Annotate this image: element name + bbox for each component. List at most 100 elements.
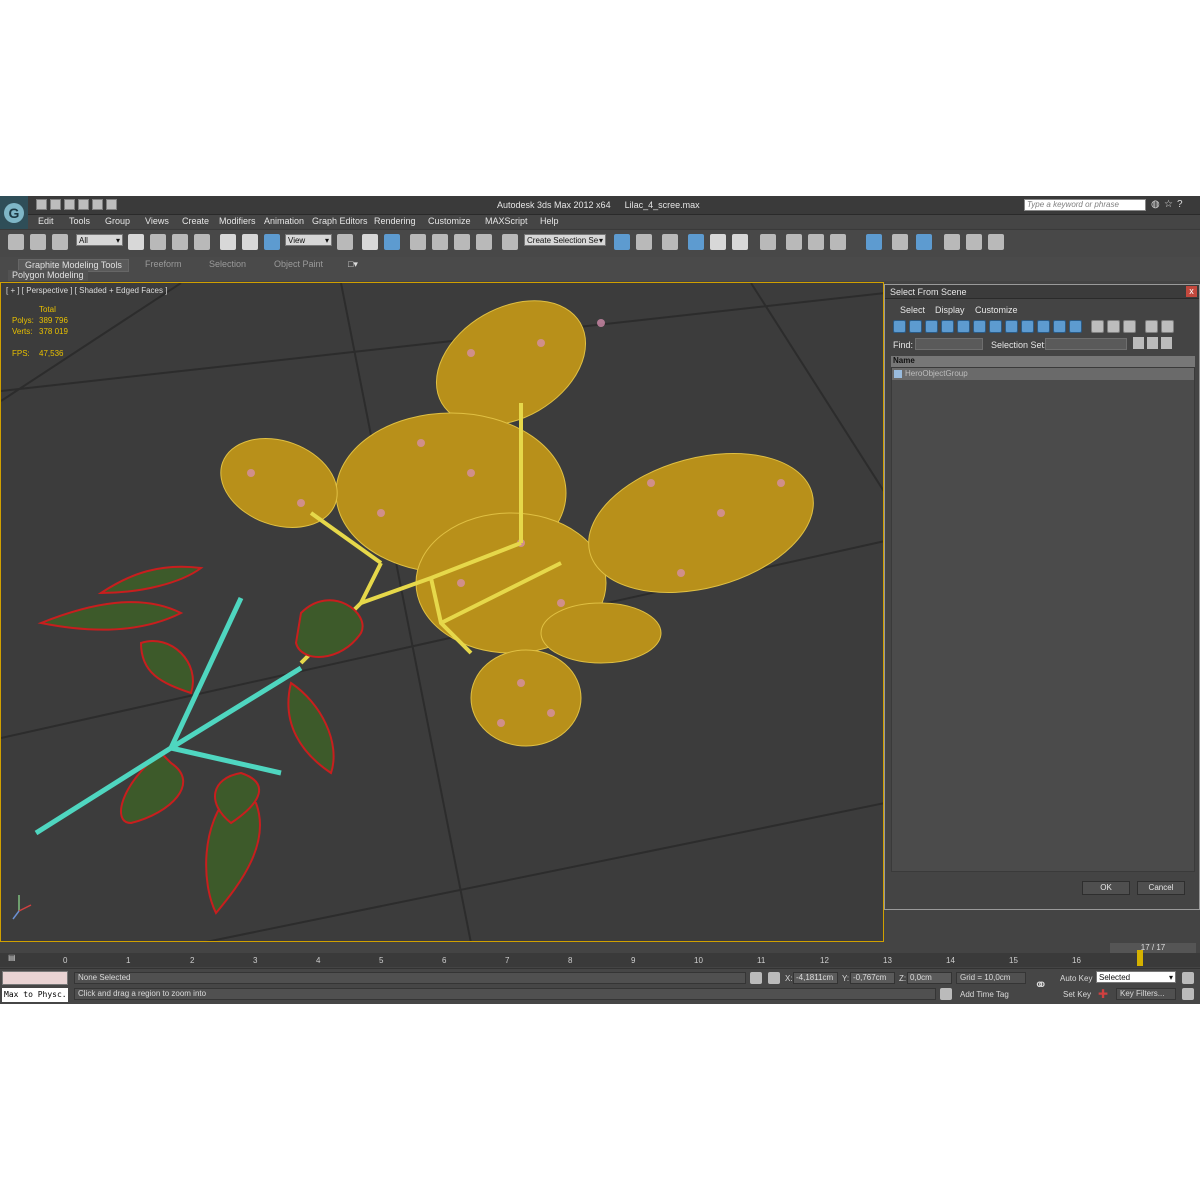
align-icon[interactable] [636,234,652,250]
graphite-tools-toggle-icon[interactable] [866,234,882,250]
selection-set-dropdown[interactable] [1045,338,1127,350]
bind-space-warp-icon[interactable] [52,234,68,250]
populate-icon[interactable] [944,234,960,250]
help-icon[interactable]: ? [1177,199,1188,210]
open-file-icon[interactable] [50,199,61,210]
undo-icon[interactable] [78,199,89,210]
list-item[interactable]: HeroObjectGroup [892,368,1194,380]
scale-icon[interactable] [264,234,280,250]
menu-group[interactable]: Group [105,216,130,226]
reference-coordinate-dropdown[interactable]: View [285,234,332,247]
binoculars-icon[interactable]: ◍ [1151,199,1162,210]
perspective-viewport[interactable]: [ + ] [ Perspective ] [ Shaded + Edged F… [0,282,884,942]
close-icon[interactable]: x [1186,286,1197,297]
move-icon[interactable] [220,234,236,250]
ok-button[interactable]: OK [1082,881,1130,895]
select-by-name-icon[interactable] [150,234,166,250]
layer-manager-icon[interactable] [662,234,678,250]
panel-polygon-modeling[interactable]: Polygon Modeling [8,270,88,281]
menu-tools[interactable]: Tools [69,216,90,226]
time-tag-icon[interactable] [940,988,952,1000]
window-crossing-icon[interactable] [194,234,210,250]
cancel-button[interactable]: Cancel [1137,881,1185,895]
state-sets-icon[interactable] [966,234,982,250]
display-space-warps-icon[interactable] [973,320,986,333]
auto-key-button[interactable]: Auto Key [1060,974,1092,983]
select-and-manipulate-icon[interactable] [362,234,378,250]
snaps-toggle-icon[interactable] [410,234,426,250]
angle-snap-icon[interactable] [432,234,448,250]
go-to-start-icon[interactable] [1182,972,1194,984]
selection-filter-dropdown[interactable]: All [76,234,123,247]
maxscript-mini-listener[interactable]: Max to Physc. [2,988,68,1002]
set-key-mode-icon[interactable]: ⚭ [1034,975,1054,995]
project-folder-icon[interactable] [106,199,117,210]
display-hidden-icon[interactable] [1069,320,1082,333]
dialog-title-bar[interactable]: Select From Scene x [885,285,1199,299]
display-geometry-icon[interactable] [893,320,906,333]
new-file-icon[interactable] [36,199,47,210]
edit-named-selection-icon[interactable] [502,234,518,250]
edit-selection-set-icon[interactable] [1147,337,1158,349]
keyboard-shortcut-override-icon[interactable] [384,234,400,250]
favorites-icon[interactable]: ☆ [1164,199,1175,210]
key-mode-dropdown[interactable]: Selected [1096,971,1176,984]
save-selection-set-icon[interactable] [1133,337,1144,349]
dialog-menu-customize[interactable]: Customize [975,305,1018,315]
curve-editor-icon[interactable] [710,234,726,250]
display-groups-icon[interactable] [989,320,1002,333]
selection-lock-icon[interactable] [750,972,762,984]
pivot-center-icon[interactable] [337,234,353,250]
percent-snap-icon[interactable] [454,234,470,250]
scene-object-list[interactable]: HeroObjectGroup [891,367,1195,872]
ribbon-options-icon[interactable]: □▾ [348,259,358,270]
link-icon[interactable] [8,234,24,250]
maxscript-listener-pink[interactable] [2,971,68,985]
menu-maxscript[interactable]: MAXScript [485,216,528,226]
viewport-label-menu[interactable]: [ + ] [ Perspective ] [ Shaded + Edged F… [6,286,167,295]
display-xrefs-icon[interactable] [1005,320,1018,333]
containers-icon[interactable] [892,234,908,250]
display-containers-icon[interactable] [1037,320,1050,333]
add-time-tag[interactable]: Add Time Tag [960,990,1009,999]
unlink-icon[interactable] [30,234,46,250]
menu-create[interactable]: Create [182,216,209,226]
menu-help[interactable]: Help [540,216,559,226]
render-setup-icon[interactable] [786,234,802,250]
time-slider-handle[interactable] [1137,950,1143,966]
menu-graph-editors[interactable]: Graph Editors [312,216,368,226]
y-coordinate-field[interactable]: -0,767cm [850,972,895,984]
rectangular-selection-icon[interactable] [172,234,188,250]
absolute-transform-mode-icon[interactable] [768,972,780,984]
tab-object-paint[interactable]: Object Paint [274,259,323,270]
z-coordinate-field[interactable]: 0,0cm [907,972,952,984]
display-shapes-icon[interactable] [909,320,922,333]
spinner-snap-icon[interactable] [476,234,492,250]
tab-freeform[interactable]: Freeform [145,259,182,270]
app-menu-button[interactable]: G [0,196,28,230]
save-file-icon[interactable] [64,199,75,210]
go-to-end-icon[interactable] [1182,988,1194,1000]
find-input[interactable] [915,338,983,350]
select-object-icon[interactable] [128,234,144,250]
dialog-menu-display[interactable]: Display [935,305,965,315]
named-selection-sets-dropdown[interactable]: Create Selection Se [524,234,606,247]
set-key-button[interactable]: Set Key [1063,990,1091,999]
display-lights-icon[interactable] [925,320,938,333]
select-none-icon[interactable] [1107,320,1120,333]
key-filters-button[interactable]: Key Filters... [1116,988,1176,1000]
render-production-icon[interactable] [830,234,846,250]
menu-rendering[interactable]: Rendering [374,216,416,226]
schematic-view-icon[interactable] [732,234,748,250]
menu-views[interactable]: Views [145,216,169,226]
redo-icon[interactable] [92,199,103,210]
select-all-icon[interactable] [1091,320,1104,333]
menu-edit[interactable]: Edit [38,216,54,226]
display-helpers-icon[interactable] [957,320,970,333]
select-invert-icon[interactable] [1123,320,1136,333]
advanced-filter-icon[interactable] [1161,320,1174,333]
column-header-name[interactable]: Name [891,356,1195,367]
rotate-icon[interactable] [242,234,258,250]
material-editor-icon[interactable] [760,234,776,250]
menu-modifiers[interactable]: Modifiers [219,216,256,226]
